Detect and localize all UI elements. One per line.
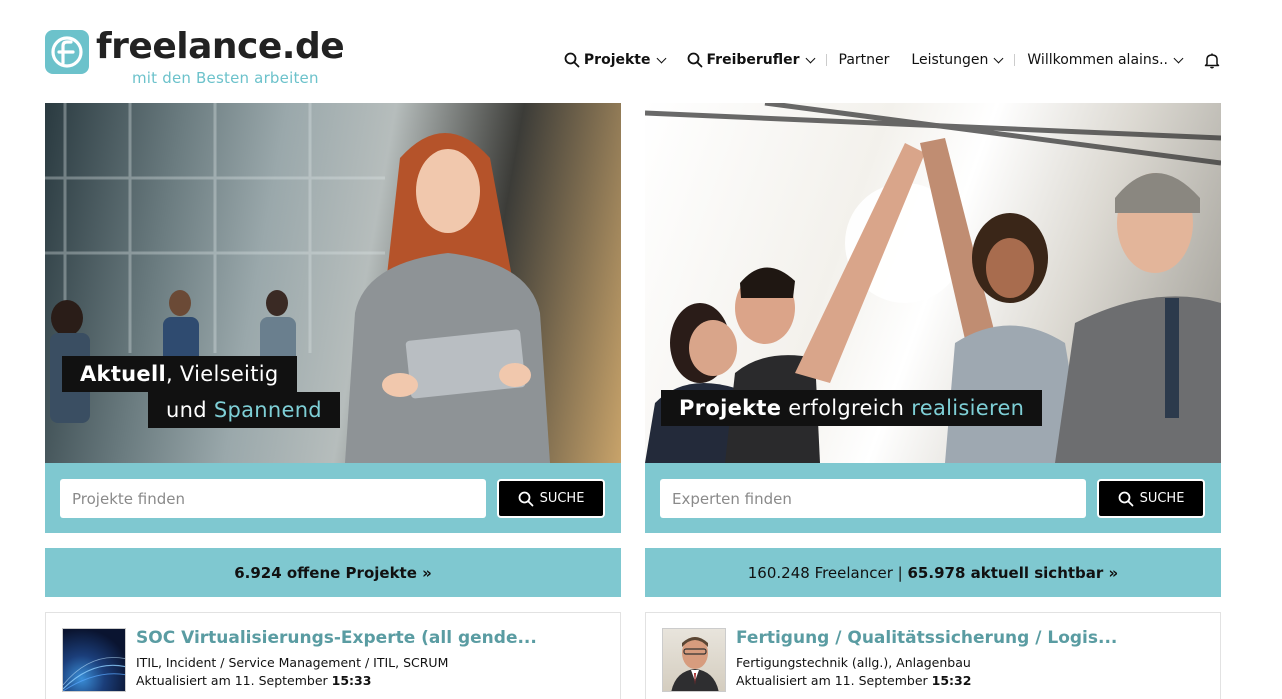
freelancer-card[interactable]: Fertigung / Qualitätssicherung / Logis..… bbox=[645, 612, 1221, 699]
nav-freelancers[interactable]: Freiberufler bbox=[687, 52, 815, 68]
freelancers-hero-tagline: Projekte erfolgreich realisieren bbox=[661, 390, 1043, 426]
open-projects-link[interactable]: 6.924 offene Projekte » bbox=[45, 548, 621, 597]
freelancer-avatar bbox=[662, 628, 726, 692]
logo-wordmark: freelance.de bbox=[96, 26, 345, 67]
chevron-down-icon bbox=[656, 53, 666, 63]
experts-search-button[interactable]: SUCHE bbox=[1097, 479, 1205, 518]
freelancer-count-link[interactable]: 160.248 Freelancer | 65.978 aktuell sich… bbox=[645, 548, 1221, 597]
nav-projects-label: Projekte bbox=[583, 52, 651, 68]
nav-services[interactable]: Leistungen bbox=[911, 52, 1004, 68]
experts-search-bar: SUCHE bbox=[645, 463, 1221, 533]
project-card-updated: Aktualisiert am 11. September 15:33 bbox=[136, 673, 372, 688]
project-card-skills: ITIL, Incident / Service Management / IT… bbox=[136, 655, 449, 670]
logo-tagline: mit den Besten arbeiten bbox=[132, 69, 319, 87]
main-nav: Projekte Freiberufler Partner Leistungen… bbox=[564, 48, 1220, 72]
site-logo[interactable]: freelance.de mit den Besten arbeiten bbox=[45, 26, 345, 90]
project-card[interactable]: SOC Virtualisierungs-Experte (all gende.… bbox=[45, 612, 621, 699]
logo-icon bbox=[45, 30, 89, 74]
freelancer-visible-count: 65.978 aktuell sichtbar » bbox=[907, 563, 1119, 582]
freelancer-card-updated: Aktualisiert am 11. September 15:32 bbox=[736, 673, 972, 688]
search-icon bbox=[564, 52, 580, 68]
open-projects-count: 6.924 offene Projekte » bbox=[234, 563, 432, 582]
chevron-down-icon bbox=[805, 53, 815, 63]
nav-freelancers-label: Freiberufler bbox=[706, 52, 800, 68]
search-icon bbox=[687, 52, 702, 68]
nav-user-label: Willkommen alains.. bbox=[1027, 52, 1168, 68]
notifications-button[interactable] bbox=[1204, 52, 1220, 69]
projects-search-button[interactable]: SUCHE bbox=[497, 479, 605, 518]
search-icon bbox=[518, 491, 533, 506]
freelancer-card-skills: Fertigungstechnik (allg.), Anlagenbau bbox=[736, 655, 971, 670]
chevron-down-icon bbox=[993, 53, 1004, 63]
project-card-title[interactable]: SOC Virtualisierungs-Experte (all gende.… bbox=[136, 628, 537, 648]
freelancer-card-title[interactable]: Fertigung / Qualitätssicherung / Logis..… bbox=[736, 628, 1117, 648]
search-icon bbox=[1118, 491, 1133, 506]
experts-search-button-label: SUCHE bbox=[1139, 491, 1185, 506]
freelancer-total-count: 160.248 Freelancer | bbox=[747, 563, 908, 582]
nav-projects[interactable]: Projekte bbox=[564, 52, 666, 68]
projects-hero-tagline-2: und Spannend bbox=[148, 392, 340, 428]
projects-hero-image: Aktuell, Vielseitig und Spannend bbox=[45, 103, 621, 463]
projects-search-bar: SUCHE bbox=[45, 463, 621, 533]
nav-user-menu[interactable]: Willkommen alains.. bbox=[1027, 52, 1184, 68]
projects-hero-tagline-1: Aktuell, Vielseitig bbox=[62, 356, 297, 392]
freelancers-column: Projekte erfolgreich realisieren SUCHE 1… bbox=[645, 103, 1221, 699]
nav-divider bbox=[1014, 54, 1016, 66]
nav-services-label: Leistungen bbox=[911, 52, 989, 68]
nav-partner-label: Partner bbox=[838, 52, 890, 68]
bell-icon bbox=[1204, 53, 1220, 68]
projects-column: Aktuell, Vielseitig und Spannend SUCHE 6… bbox=[45, 103, 621, 699]
nav-divider bbox=[825, 54, 827, 66]
projects-search-button-label: SUCHE bbox=[539, 491, 585, 506]
freelancers-hero-image: Projekte erfolgreich realisieren bbox=[645, 103, 1221, 463]
experts-search-input[interactable] bbox=[660, 479, 1086, 518]
project-thumbnail bbox=[62, 628, 126, 692]
chevron-down-icon bbox=[1173, 53, 1184, 63]
nav-partner[interactable]: Partner bbox=[839, 52, 890, 68]
projects-search-input[interactable] bbox=[60, 479, 486, 518]
